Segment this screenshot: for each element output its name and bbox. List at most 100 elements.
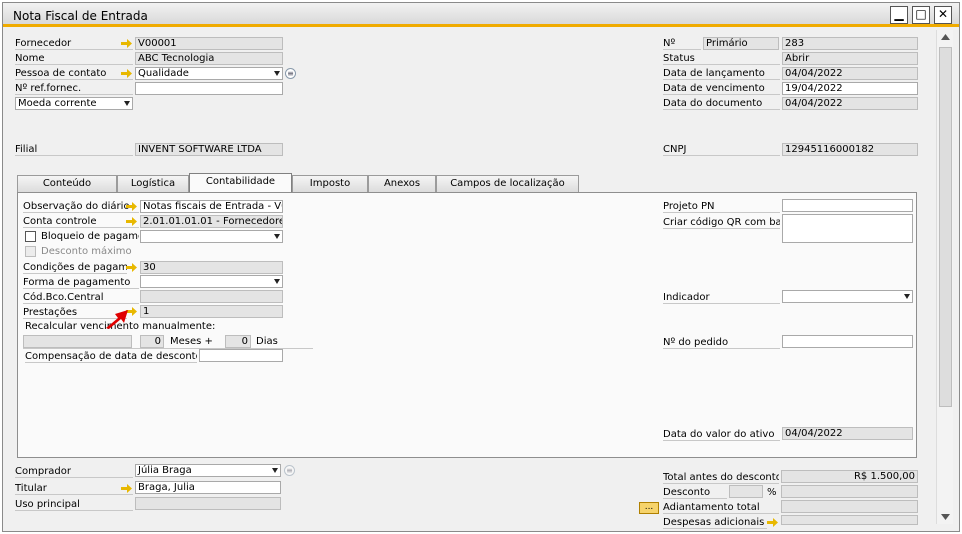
- desconto-label: Desconto: [663, 486, 727, 499]
- tab-contabilidade[interactable]: Contabilidade: [189, 173, 292, 193]
- data-lancamento-field[interactable]: 04/04/2022: [782, 67, 918, 80]
- despesas-field[interactable]: [781, 515, 918, 525]
- indicador-dropdown[interactable]: [782, 290, 913, 303]
- filial-field[interactable]: INVENT SOFTWARE LTDA: [135, 143, 283, 156]
- prestacoes-field[interactable]: 1: [140, 305, 283, 318]
- compensacao-input[interactable]: [199, 349, 283, 362]
- comprador-label: Comprador: [15, 465, 133, 478]
- series-dropdown[interactable]: Primário: [703, 37, 779, 50]
- dias-label: Dias: [256, 336, 278, 347]
- nome-label: Nome: [15, 52, 133, 65]
- fornecedor-field[interactable]: V00001: [135, 37, 283, 50]
- pessoa-contato-value: Qualidade: [138, 68, 189, 79]
- adiantamento-field[interactable]: [781, 500, 918, 513]
- projeto-pn-input[interactable]: [782, 199, 913, 212]
- adiantamento-label: Adiantamento total: [663, 501, 779, 514]
- minimize-button[interactable]: ▁: [890, 6, 908, 24]
- pedido-input[interactable]: [782, 335, 913, 348]
- link-arrow-icon[interactable]: [126, 202, 137, 211]
- nome-field[interactable]: ABC Tecnologia: [135, 52, 283, 65]
- desconto-pct-field[interactable]: [729, 485, 763, 498]
- forma-dropdown[interactable]: [140, 275, 283, 288]
- link-arrow-icon[interactable]: [121, 69, 132, 78]
- link-arrow-icon[interactable]: [126, 263, 137, 272]
- obs-diario-label: Observação do diário: [23, 200, 139, 213]
- ref-fornec-label: Nº ref.fornec.: [15, 82, 133, 95]
- bloqueio-dropdown[interactable]: [140, 230, 283, 243]
- chevron-down-icon: [274, 71, 280, 76]
- link-arrow-icon[interactable]: [121, 484, 132, 493]
- data-valor-ativo-label: Data do valor do ativo: [663, 428, 780, 441]
- dias-field[interactable]: 0: [225, 335, 251, 348]
- recalcular-field[interactable]: [23, 335, 132, 348]
- maximize-button[interactable]: □: [912, 6, 930, 24]
- desconto-max-checkbox[interactable]: [25, 246, 36, 257]
- title-bar: Nota Fiscal de Entrada ▁ □ ✕: [3, 3, 959, 27]
- uso-principal-label: Uso principal: [15, 498, 133, 511]
- total-antes-label: Total antes do desconto: [663, 472, 779, 484]
- percent-label: %: [767, 487, 777, 498]
- desconto-max-label: Desconto máximo: [41, 246, 132, 257]
- tab-logistica[interactable]: Logística: [117, 175, 189, 192]
- moeda-label: Moeda corrente: [18, 98, 97, 109]
- condicoes-label: Condições de pagamento: [23, 261, 127, 274]
- meses-field[interactable]: 0: [140, 335, 164, 348]
- numero-label: Nº: [663, 37, 701, 50]
- status-field[interactable]: Abrir: [782, 52, 918, 65]
- tab-campos-localizacao[interactable]: Campos de localização: [436, 175, 579, 192]
- cnpj-field[interactable]: 12945116000182: [782, 143, 918, 156]
- data-lancamento-label: Data de lançamento: [663, 67, 780, 80]
- meses-label: Meses +: [170, 336, 213, 347]
- tab-imposto[interactable]: Imposto: [292, 175, 368, 192]
- comprador-dropdown[interactable]: Júlia Braga: [135, 464, 281, 477]
- conta-controle-label: Conta controle: [23, 215, 139, 228]
- bloqueio-label: Bloqueio de pagamento: [41, 231, 139, 242]
- titular-label: Titular: [15, 482, 133, 495]
- scroll-up-icon[interactable]: [941, 34, 950, 40]
- tab-anexos[interactable]: Anexos: [368, 175, 436, 192]
- chevron-down-icon: [124, 101, 130, 106]
- ref-fornec-input[interactable]: [135, 82, 283, 95]
- status-label: Status: [663, 52, 780, 65]
- cod-bco-field[interactable]: [140, 290, 283, 303]
- compensacao-label: Compensação de data de desconto:: [25, 351, 197, 363]
- link-arrow-icon[interactable]: [121, 39, 132, 48]
- criar-qr-label: Criar código QR com base em: [663, 216, 780, 229]
- chevron-down-icon: [272, 468, 278, 473]
- data-vencimento-label: Data de vencimento: [663, 82, 780, 95]
- despesas-label: Despesas adicionais: [663, 516, 767, 529]
- desconto-field[interactable]: [781, 485, 918, 498]
- indicador-label: Indicador: [663, 291, 780, 304]
- details-icon[interactable]: ≡: [285, 68, 296, 79]
- comprador-value: Júlia Braga: [138, 465, 192, 476]
- condicoes-field[interactable]: 30: [140, 261, 283, 274]
- cod-bco-label: Cód.Bco.Central: [23, 291, 139, 304]
- data-documento-label: Data do documento: [663, 97, 780, 110]
- obs-diario-input[interactable]: Notas fiscais de Entrada - V00001: [140, 200, 283, 213]
- titular-input[interactable]: Braga, Julia: [135, 481, 281, 494]
- scroll-thumb[interactable]: [939, 47, 952, 407]
- link-arrow-icon[interactable]: [126, 217, 137, 226]
- close-button[interactable]: ✕: [934, 6, 952, 24]
- pessoa-contato-label: Pessoa de contato: [15, 67, 133, 80]
- moeda-dropdown[interactable]: Moeda corrente: [15, 97, 133, 110]
- numero-field[interactable]: 283: [782, 37, 918, 50]
- data-vencimento-input[interactable]: 19/04/2022: [782, 82, 918, 95]
- adiantamento-button[interactable]: ...: [639, 502, 659, 514]
- fornecedor-label: Fornecedor: [15, 37, 133, 50]
- data-valor-ativo-field[interactable]: 04/04/2022: [782, 427, 913, 440]
- uso-principal-field[interactable]: [135, 497, 281, 510]
- pedido-label: Nº do pedido: [663, 336, 780, 349]
- pessoa-contato-dropdown[interactable]: Qualidade: [135, 67, 283, 80]
- conta-controle-field[interactable]: 2.01.01.01.01 - Fornecedores Nacionais: [140, 215, 283, 228]
- vertical-scrollbar[interactable]: [936, 30, 953, 524]
- bloqueio-checkbox[interactable]: [25, 231, 36, 242]
- criar-qr-textarea[interactable]: [782, 214, 913, 243]
- scroll-down-icon[interactable]: [941, 514, 950, 520]
- details-icon[interactable]: ≡: [284, 465, 295, 476]
- link-arrow-icon[interactable]: [767, 518, 778, 527]
- tab-conteudo[interactable]: Conteúdo: [17, 175, 117, 192]
- data-documento-field[interactable]: 04/04/2022: [782, 97, 918, 110]
- total-antes-field[interactable]: R$ 1.500,00: [781, 470, 918, 483]
- filial-label: Filial: [15, 143, 133, 156]
